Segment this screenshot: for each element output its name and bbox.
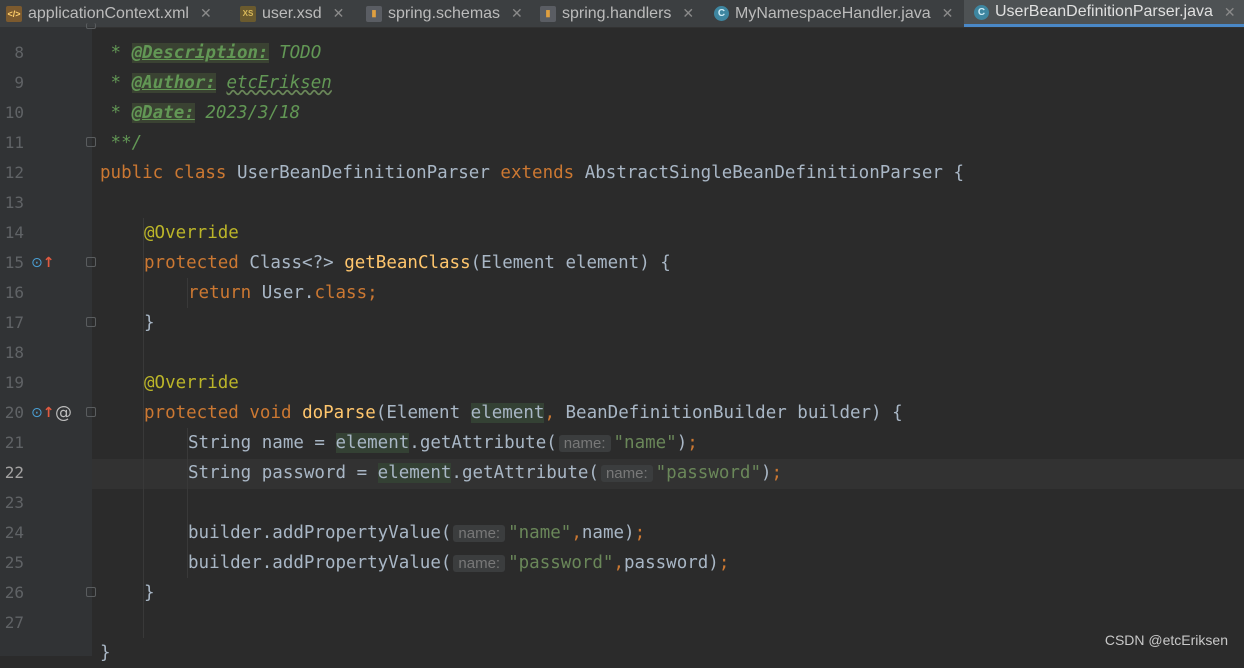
xml-file-icon: </> [6, 6, 22, 22]
code-line-20[interactable]: protected void doParse(Element element, … [144, 398, 903, 428]
tab-label: UserBeanDefinitionParser.java [995, 3, 1213, 21]
fold-marker-icon[interactable] [86, 257, 96, 267]
code-line-14[interactable]: @Override [144, 218, 239, 248]
line-number: 23 [0, 488, 24, 518]
line-number: 16 [0, 278, 24, 308]
line-number: 25 [0, 548, 24, 578]
code-line-26[interactable]: } [144, 578, 155, 608]
code-line-21[interactable]: String name = element.getAttribute(name:… [188, 428, 698, 459]
close-icon[interactable]: ✕ [682, 5, 694, 22]
close-icon[interactable]: ✕ [942, 5, 954, 22]
line-number: 26 [0, 578, 24, 608]
line-number: 21 [0, 428, 24, 458]
line-number: 22 [0, 458, 24, 488]
fold-marker-icon[interactable] [86, 137, 96, 147]
parameter-hint: name: [453, 555, 505, 572]
tab-spring-schemas[interactable]: ▮ spring.schemas ✕ [366, 0, 532, 27]
close-icon[interactable]: ✕ [1224, 4, 1236, 21]
properties-file-icon: ▮ [366, 6, 382, 22]
parameter-hint: name: [559, 435, 611, 452]
line-number: 18 [0, 338, 24, 368]
tab-spring-handlers[interactable]: ▮ spring.handlers ✕ [540, 0, 706, 27]
tab-userbeandefinitionparser-java[interactable]: C UserBeanDefinitionParser.java ✕ [964, 0, 1244, 27]
tab-label: user.xsd [262, 5, 322, 23]
line-number: 8 [0, 38, 24, 68]
code-line-15[interactable]: protected Class<?> getBeanClass(Element … [144, 248, 671, 278]
java-class-icon: C [974, 5, 989, 20]
code-line-9[interactable]: * @Author: etcEriksen [100, 68, 332, 98]
line-number: 19 [0, 368, 24, 398]
line-number: 24 [0, 518, 24, 548]
tab-label: applicationContext.xml [28, 5, 189, 23]
editor-tab-bar: </> applicationContext.xml ✕ XS user.xsd… [0, 0, 1244, 28]
code-line-28[interactable]: } [100, 638, 111, 668]
tab-label: spring.schemas [388, 5, 500, 23]
xsd-file-icon: XS [240, 6, 256, 22]
code-line-17[interactable]: } [144, 308, 155, 338]
tab-label: MyNamespaceHandler.java [735, 5, 931, 23]
fold-marker-icon[interactable] [86, 407, 96, 417]
code-line-19[interactable]: @Override [144, 368, 239, 398]
code-line-16[interactable]: return User.class; [188, 278, 378, 308]
override-marker-icon[interactable]: ⊙↑ [31, 248, 54, 278]
close-icon[interactable]: ✕ [511, 5, 523, 22]
line-number: 12 [0, 158, 24, 188]
java-class-icon: C [714, 6, 729, 21]
code-line-25[interactable]: builder.addPropertyValue(name:"password"… [188, 548, 729, 579]
tab-label: spring.handlers [562, 5, 671, 23]
annotation-marker-icon[interactable]: @ [55, 398, 72, 428]
line-number: 11 [0, 128, 24, 158]
tab-applicationcontext-xml[interactable]: </> applicationContext.xml ✕ [6, 0, 234, 27]
code-line-22[interactable]: String password = element.getAttribute(n… [188, 458, 782, 489]
tab-user-xsd[interactable]: XS user.xsd ✕ [240, 0, 360, 27]
fold-marker-icon[interactable] [86, 23, 96, 29]
parameter-hint: name: [453, 525, 505, 542]
indent-guide [143, 218, 144, 638]
fold-marker-icon[interactable] [86, 317, 96, 327]
close-icon[interactable]: ✕ [333, 5, 345, 22]
line-number: 9 [0, 68, 24, 98]
code-line-8[interactable]: * @Description: TODO [100, 38, 321, 68]
code-line-24[interactable]: builder.addPropertyValue(name:"name",nam… [188, 518, 645, 549]
tab-mynamespacehandler-java[interactable]: C MyNamespaceHandler.java ✕ [714, 0, 960, 27]
parameter-hint: name: [601, 465, 653, 482]
code-line-10[interactable]: * @Date: 2023/3/18 [100, 98, 300, 128]
fold-marker-icon[interactable] [86, 587, 96, 597]
watermark: CSDN @etcEriksen [1105, 632, 1228, 648]
code-line-12[interactable]: public class UserBeanDefinitionParser ex… [100, 158, 964, 188]
line-number: 10 [0, 98, 24, 128]
line-number: 14 [0, 218, 24, 248]
properties-file-icon: ▮ [540, 6, 556, 22]
code-line-11[interactable]: **/ [100, 128, 142, 158]
line-number: 13 [0, 188, 24, 218]
line-number: 27 [0, 608, 24, 638]
line-number: 20 [0, 398, 24, 428]
close-icon[interactable]: ✕ [200, 5, 212, 22]
line-number: 17 [0, 308, 24, 338]
override-marker-icon[interactable]: ⊙↑ [31, 398, 54, 428]
line-number: 15 [0, 248, 24, 278]
